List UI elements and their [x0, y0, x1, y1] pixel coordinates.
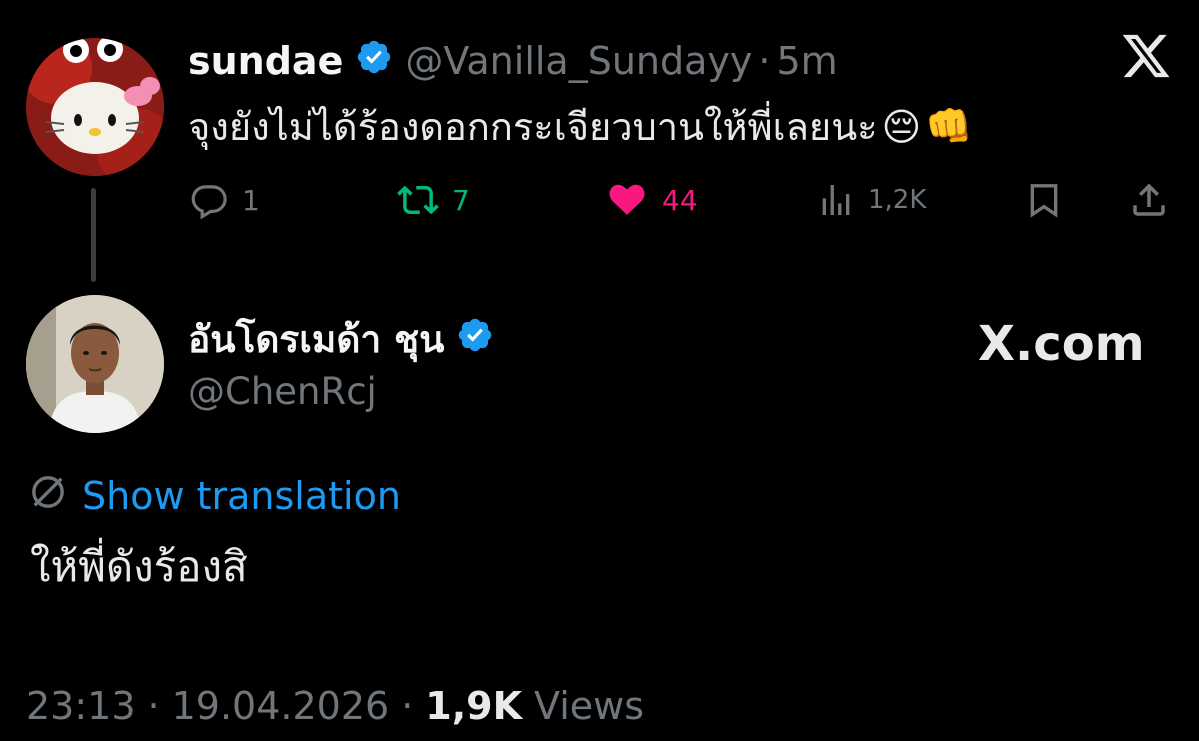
x-logo-icon: [1120, 30, 1172, 82]
views-label: Views: [534, 684, 645, 728]
like-count: 44: [662, 183, 698, 217]
share-button[interactable]: [1128, 174, 1170, 226]
analytics-icon: [816, 179, 856, 221]
views-button[interactable]: 1,2K: [816, 174, 926, 226]
heart-icon: [604, 179, 650, 221]
views-count[interactable]: 1,9K: [425, 684, 522, 728]
header-separator: ·: [758, 39, 771, 83]
x-com-watermark: X.com: [978, 316, 1145, 372]
reply-count: 1: [242, 183, 260, 217]
tweet-body: จุงยังไม่ได้ร้องดอกกระเจียวบานให้พี่เลยน…: [188, 105, 878, 149]
pensive-face-emoji: 😔: [881, 104, 922, 149]
bookmark-button[interactable]: [1024, 174, 1064, 226]
handle[interactable]: @ChenRcj: [188, 370, 377, 413]
display-name[interactable]: sundae: [188, 39, 343, 83]
retweet-icon: [396, 179, 440, 221]
verified-badge-icon: [355, 38, 393, 85]
views-count: 1,2K: [868, 185, 927, 215]
parent-tweet-header: sundae @Vanilla_Sundayy · 5m: [188, 34, 838, 88]
display-name[interactable]: อันโดรเมด้า ชุน: [188, 310, 444, 369]
parent-tweet-text: จุงยังไม่ได้ร้องดอกกระเจียวบานให้พี่เลยน…: [188, 96, 973, 157]
reply-tweet-header: อันโดรเมด้า ชุน: [188, 312, 494, 366]
tweet-action-bar: 1 7 44 1,2K: [188, 174, 1178, 226]
tweet-date[interactable]: 19.04.2026: [172, 684, 390, 728]
bookmark-icon: [1024, 179, 1064, 221]
reply-tweet-text: ให้พี่ดังร้องสิ: [30, 542, 248, 591]
tweet-time[interactable]: 5m: [776, 39, 837, 83]
retweet-button[interactable]: 7: [396, 174, 470, 226]
tweet-meta-row: 23:13 · 19.04.2026 · 1,9K Views: [26, 680, 644, 732]
share-icon: [1128, 179, 1170, 221]
avatar-sundae[interactable]: [26, 38, 164, 176]
fist-emoji: 👊: [925, 104, 973, 148]
translate-row: Show translation: [28, 470, 401, 522]
thread-connector-line: [91, 188, 96, 282]
watermark-text: X.com: [978, 316, 1145, 372]
reply-icon: [188, 179, 230, 221]
handle[interactable]: @Vanilla_Sundayy: [405, 39, 752, 83]
globe-icon: [28, 472, 68, 521]
like-button[interactable]: 44: [604, 174, 698, 226]
verified-badge-icon: [456, 316, 494, 363]
retweet-count: 7: [452, 183, 470, 217]
tweet-timestamp[interactable]: 23:13: [26, 684, 136, 728]
avatar-chenrcj[interactable]: [26, 295, 164, 433]
meta-separator: ·: [401, 684, 414, 728]
show-translation-link[interactable]: Show translation: [82, 474, 401, 518]
meta-separator: ·: [147, 684, 160, 728]
reply-button[interactable]: 1: [188, 174, 260, 226]
